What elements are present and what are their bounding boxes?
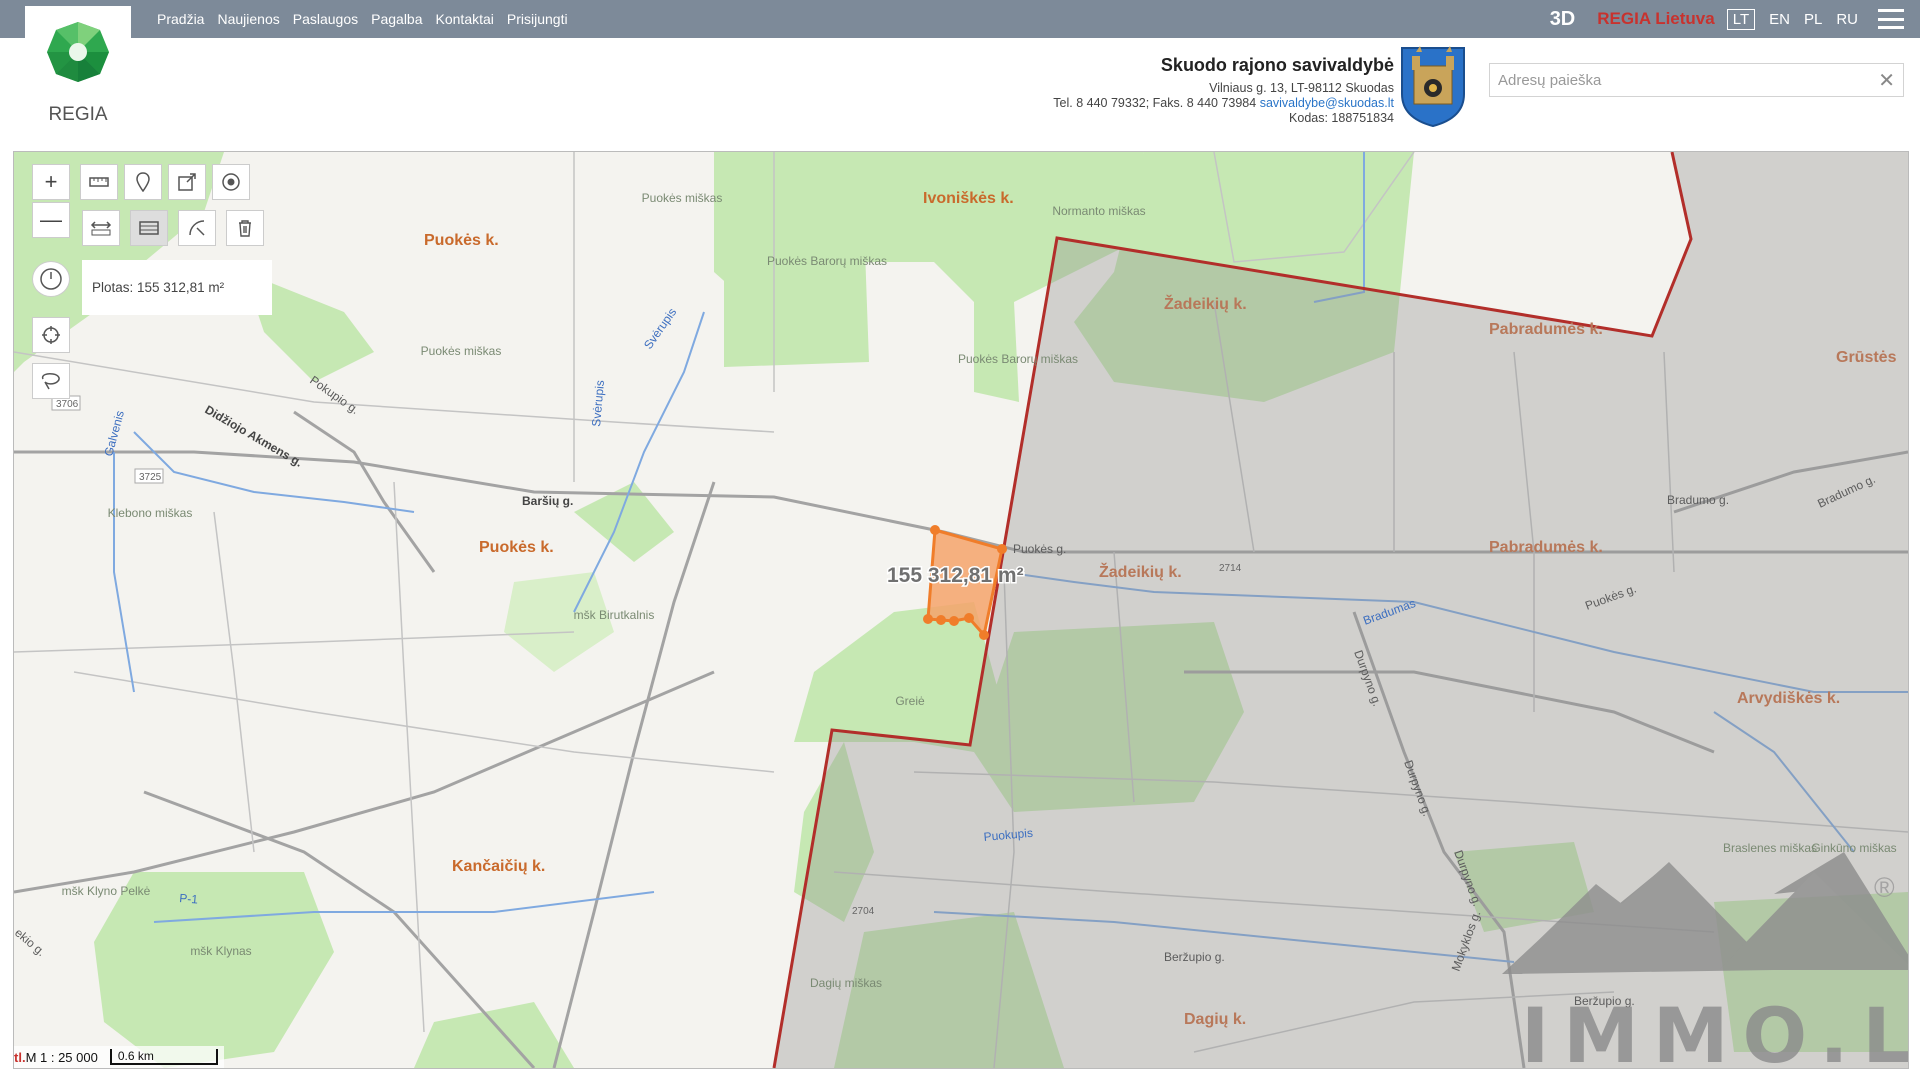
municipality-name: Skuodo rajono savivaldybė <box>1160 55 1394 75</box>
measure-angle-icon[interactable] <box>178 210 216 246</box>
forest-label: Puokės miškas <box>642 191 723 205</box>
measure-ruler-icon[interactable] <box>80 164 118 200</box>
road-label: Didžiojo Akmens g. <box>203 402 305 469</box>
municipality-phone: Tel. 8 440 79332; Faks. 8 440 73984 <box>1053 96 1257 110</box>
regia-lietuva-link[interactable]: REGIA Lietuva <box>1597 9 1714 29</box>
municipality-email[interactable]: savivaldybe@skuodas.lt <box>1260 96 1394 110</box>
trash-icon[interactable] <box>226 210 264 246</box>
municipality-address: Vilniaus g. 13, LT-98112 Skuodas <box>1209 81 1394 95</box>
3d-toggle[interactable]: 3D <box>1550 8 1576 31</box>
village-label: Pabradumės k. <box>1489 321 1603 338</box>
forest-label: Puokės Barorų miškas <box>958 352 1078 366</box>
nav-item-naujienos[interactable]: Naujienos <box>217 11 279 27</box>
regia-logo[interactable]: REGIA <box>25 6 131 136</box>
map-canvas: 3706 3725 2714 2704 Puokės k. Ivoniškės … <box>14 152 1908 1068</box>
scale-cut-text: tl. <box>14 1049 26 1065</box>
forest-label: Greiė <box>895 694 925 708</box>
forest-label: mšk Birutkalnis <box>574 608 655 622</box>
nav-item-kontaktai[interactable]: Kontaktai <box>436 11 494 27</box>
forest-label: Normanto miškas <box>1052 204 1145 218</box>
forest-area <box>504 572 614 672</box>
village-label: Grūstės <box>1836 349 1897 366</box>
road-number: 2714 <box>1219 563 1242 574</box>
coat-of-arms-icon <box>1398 44 1468 133</box>
road-label: Beržupio g. <box>1164 950 1225 964</box>
road-label: Bradumo g. <box>1667 493 1729 507</box>
zoom-in-button[interactable]: + <box>32 164 70 200</box>
forest-label: Puokės Barorų miškas <box>767 254 887 268</box>
village-label: Dagių k. <box>1184 1011 1246 1028</box>
road-number: 3725 <box>139 472 162 483</box>
municipality-info: Skuodo rajono savivaldybė Vilniaus g. 13… <box>1053 55 1394 126</box>
area-result-panel: Plotas: 155 312,81 m² <box>82 260 272 315</box>
lang-ru[interactable]: RU <box>1836 11 1858 28</box>
road-label: P-1 <box>179 891 199 907</box>
measure-area-label: 155 312,81 m² <box>887 564 1024 587</box>
village-label: Pabradumės k. <box>1489 539 1603 556</box>
nav-item-pradzia[interactable]: Pradžia <box>157 11 204 27</box>
road-number: 3706 <box>56 399 79 410</box>
road-label: Svėrupis <box>641 305 679 351</box>
road-label: Puokės g. <box>1013 542 1066 556</box>
watermark-text: IMMO.LT <box>1521 991 1908 1068</box>
road-label: Galvenis <box>101 409 127 458</box>
village-label: Ivoniškės k. <box>923 190 1014 207</box>
lang-pl[interactable]: PL <box>1804 11 1822 28</box>
menu-icon[interactable] <box>1878 9 1904 29</box>
road-number: 2704 <box>852 906 875 917</box>
village-label: Žadeikių k. <box>1099 562 1182 581</box>
road-label: Pokupio g. <box>307 373 361 417</box>
scale-ratio: M 1 : 25 000 <box>25 1049 98 1065</box>
municipality-contacts: Tel. 8 440 79332; Faks. 8 440 73984 savi… <box>1053 96 1394 111</box>
nav-item-pagalba[interactable]: Pagalba <box>371 11 422 27</box>
village-label: Puokės k. <box>479 539 554 556</box>
logo-text: REGIA <box>48 104 107 125</box>
forest-label: Braslenes miškas <box>1723 841 1817 855</box>
top-right-controls: 3D REGIA Lietuva LT EN PL RU <box>1550 0 1920 38</box>
village-label: Arvydiškės k. <box>1737 690 1840 707</box>
municipality-code: Kodas: 188751834 <box>1289 111 1394 125</box>
forest-label: Ginkūno miškas <box>1811 841 1896 855</box>
lang-lt[interactable]: LT <box>1726 8 1756 30</box>
road-label: Svėrupis <box>589 380 607 428</box>
crosshair-icon[interactable] <box>32 317 70 353</box>
village-label: Kančaičių k. <box>452 858 545 875</box>
nav-item-prisijungti[interactable]: Prisijungti <box>507 11 568 27</box>
nav-item-paslaugos[interactable]: Paslaugos <box>293 11 358 27</box>
forest-area <box>94 872 334 1068</box>
history-clock-icon[interactable] <box>32 261 70 297</box>
forest-label: Puokės miškas <box>421 344 502 358</box>
forest-area <box>414 1002 574 1068</box>
zoom-out-button[interactable]: — <box>32 202 70 238</box>
main-nav: Pradžia Naujienos Paslaugos Pagalba Kont… <box>157 0 568 38</box>
forest-label: Klebono miškas <box>108 506 193 520</box>
lasso-select-icon[interactable] <box>32 363 70 399</box>
locate-target-icon[interactable] <box>212 164 250 200</box>
village-label: Žadeikių k. <box>1164 294 1247 313</box>
forest-label: mšk Klyno Pelkė <box>62 884 151 898</box>
area-result-text: Plotas: 155 312,81 m² <box>92 280 225 295</box>
registered-mark: ® <box>1874 872 1895 903</box>
lang-en[interactable]: EN <box>1769 11 1790 28</box>
forest-label: mšk Klynas <box>190 944 251 958</box>
scale-bar: tl. M 1 : 25 000 0.6 km <box>14 1046 224 1068</box>
road-label: ekio g. <box>14 926 48 959</box>
place-marker-icon[interactable] <box>124 164 162 200</box>
forest-area <box>724 222 869 367</box>
share-icon[interactable] <box>168 164 206 200</box>
search-input[interactable] <box>1490 64 1866 96</box>
scale-bar-graphic: 0.6 km <box>109 1049 218 1065</box>
scale-distance: 0.6 km <box>117 1049 154 1063</box>
clear-search-icon[interactable]: ✕ <box>1878 68 1895 93</box>
forest-label: Dagių miškas <box>810 976 882 990</box>
measure-area-icon[interactable] <box>130 210 168 246</box>
road-label: Baršių g. <box>522 494 573 508</box>
address-search[interactable]: ✕ <box>1489 63 1904 97</box>
map-viewport[interactable]: 3706 3725 2714 2704 Puokės k. Ivoniškės … <box>13 151 1909 1069</box>
village-label: Puokės k. <box>424 232 499 249</box>
measure-distance-icon[interactable] <box>82 210 120 246</box>
